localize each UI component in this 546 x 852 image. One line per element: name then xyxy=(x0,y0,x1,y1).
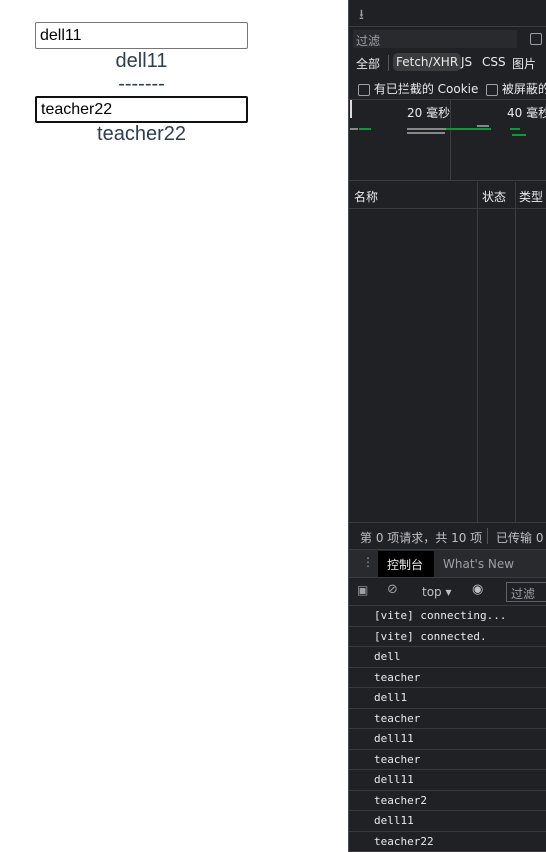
label: 有已拦截的 Cookie xyxy=(373,82,479,96)
type-filter-all[interactable]: 全部 xyxy=(356,55,380,72)
console-message: teacher xyxy=(349,709,546,729)
eye-icon[interactable]: ◉ xyxy=(472,582,483,597)
timeline-bar xyxy=(407,128,447,130)
checkbox[interactable] xyxy=(486,83,498,96)
console-message: teacher xyxy=(349,750,546,770)
network-filter-input[interactable]: 过滤 xyxy=(353,30,517,48)
timeline-bar xyxy=(510,128,520,130)
blocked-cookies-filter[interactable]: 有已拦截的 Cookie xyxy=(358,80,478,97)
console-message: dell11 xyxy=(349,729,546,750)
sidebar-toggle-icon[interactable]: ▣ xyxy=(357,583,368,597)
column-type[interactable]: 类型 xyxy=(519,188,543,205)
timeline-bar xyxy=(407,132,445,134)
console-message: dell xyxy=(349,647,546,668)
tab-console[interactable]: 控制台 xyxy=(378,551,434,577)
context-value: top xyxy=(422,585,442,599)
timeline-bar xyxy=(512,134,526,136)
console-message: [vite] connecting... xyxy=(349,606,546,627)
app-page: dell11 ------- teacher22 xyxy=(0,0,348,852)
status-requests: 第 0 项请求，共 10 项 xyxy=(360,531,483,545)
type-filter-js[interactable]: JS xyxy=(461,55,472,69)
console-filter-input[interactable]: 过滤 xyxy=(506,582,546,602)
clear-console-icon[interactable]: ⊘ xyxy=(387,582,398,597)
console-message: teacher22 xyxy=(349,832,546,852)
tab-whats-new[interactable]: What's New xyxy=(443,557,514,571)
timeline-bar xyxy=(359,128,371,130)
console-message: dell11 xyxy=(349,770,546,791)
echo-text-1: dell11 xyxy=(115,50,168,72)
text-input-2[interactable] xyxy=(35,96,248,123)
echo-text-2: teacher22 xyxy=(97,123,186,145)
timeline-tick: 20 毫秒 xyxy=(407,106,451,120)
download-icon[interactable]: ⭳ xyxy=(359,4,364,28)
column-status[interactable]: 状态 xyxy=(482,188,506,205)
console-message: dell1 xyxy=(349,688,546,709)
timeline-bar xyxy=(350,128,358,130)
timeline-tick: 40 毫秒 xyxy=(507,106,546,120)
type-filter-css[interactable]: CSS xyxy=(482,55,506,69)
filter-checkbox[interactable] xyxy=(530,33,542,45)
type-filter-img[interactable]: 图片 xyxy=(512,55,536,72)
text-input-1[interactable] xyxy=(35,22,248,49)
context-selector[interactable]: top ▾ xyxy=(422,585,452,599)
timeline-bar xyxy=(477,125,489,127)
column-name[interactable]: 名称 xyxy=(354,188,378,205)
console-message: [vite] connected. xyxy=(349,627,546,647)
devtools-panel: ⭳ 过滤 全部 Fetch/XHR JS CSS 图片 有已拦截的 Cookie… xyxy=(348,0,546,852)
console-message: dell11 xyxy=(349,811,546,832)
console-message: teacher2 xyxy=(349,791,546,811)
status-transferred: 已传输 0 xyxy=(496,531,544,545)
console-message: teacher xyxy=(349,668,546,688)
type-filter-fetch-xhr[interactable]: Fetch/XHR xyxy=(393,53,462,71)
timeline-bar xyxy=(446,128,491,130)
more-menu-icon[interactable]: ⋮ xyxy=(362,555,374,569)
separator: ------- xyxy=(118,73,165,95)
checkbox[interactable] xyxy=(358,83,370,96)
blocked-requests-filter[interactable]: 被屏蔽的 xyxy=(486,80,546,97)
label: 被屏蔽的 xyxy=(501,82,546,96)
